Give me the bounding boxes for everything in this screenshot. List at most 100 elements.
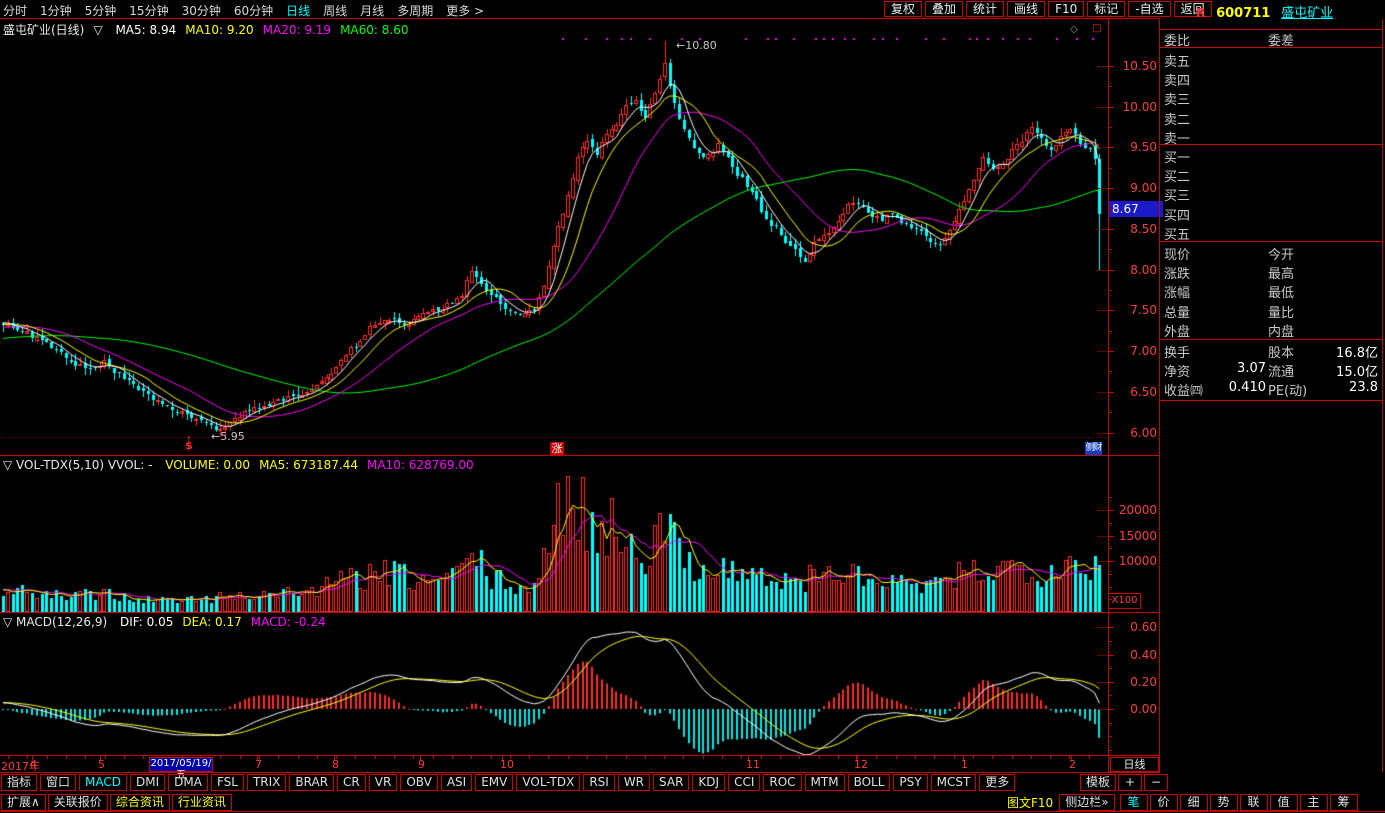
tab-BOLL[interactable]: BOLL [848,774,891,791]
detail-label-left: 现价 [1164,244,1190,263]
corner-diamond-icon[interactable]: ◇ [1070,24,1078,35]
axis-tick-leader [1098,270,1108,271]
period-周线[interactable]: 周线 [323,2,347,19]
date-minor-tick [27,756,28,759]
date-minor-tick [124,756,125,759]
top-menu-bar: 分时 1分钟 5分钟 15分钟 30分钟 60分钟日线周线月线多周期更多 > 复权叠加统计… [0,0,1385,18]
tab-DMA[interactable]: DMA [168,774,208,791]
axis-tick-mark [1109,536,1114,537]
status-综合资讯[interactable]: 综合资讯 [110,794,170,811]
detail-label-left: 涨幅 [1164,282,1190,301]
axis-minor-tick [1109,750,1112,751]
tool-标记[interactable]: 标记 [1087,1,1125,17]
info-label-right: 流通 [1268,361,1294,380]
current-price-tag: 8.67 [1109,201,1163,217]
status-扩展∧[interactable]: 扩展∧ [1,794,46,811]
tool-画线[interactable]: 画线 [1007,1,1045,17]
limit-up-badge: 涨 [550,442,564,455]
info-label-right: PE(动) [1268,380,1307,399]
tab-TRIX[interactable]: TRIX [247,774,286,791]
period-1分钟[interactable]: 1分钟 [40,2,72,19]
axis-tick-label: 9.50 [1130,140,1157,154]
axis-tick-mark [1109,682,1114,683]
axis-tick-label: 9.00 [1130,181,1157,195]
tab-WR[interactable]: WR [618,774,650,791]
macd-pane-header: ▽ MACD(12,26,9) DIF: 0.05DEA: 0.17MACD: … [3,615,344,629]
sell-level-label: 卖四 [1164,70,1190,89]
period-分时[interactable]: 分时 [3,2,27,19]
mini-tab-联[interactable]: 联 [1240,794,1268,811]
macd-chart-canvas[interactable] [0,613,1108,755]
axis-minor-tick [1109,127,1112,128]
tab-指标[interactable]: 指标 [1,774,37,791]
period-indicator-box[interactable]: 日线 [1110,757,1159,772]
period-多周期[interactable]: 多周期 [397,2,433,19]
tab-−[interactable]: − [1144,774,1168,791]
status-行业资讯[interactable]: 行业资讯 [172,794,232,811]
status-关联报价[interactable]: 关联报价 [48,794,108,811]
tab-SAR[interactable]: SAR [653,774,689,791]
period-30分钟[interactable]: 30分钟 [182,2,221,19]
tab-模板[interactable]: 模板 [1080,774,1116,791]
sidebar-toggle-button[interactable]: 侧边栏» [1059,794,1114,811]
price-chart-canvas[interactable] [0,19,1108,455]
tab-MTM[interactable]: MTM [805,774,845,791]
tool--自选[interactable]: -自选 [1128,1,1170,17]
date-minor-tick [587,756,588,759]
tab-FSL[interactable]: FSL [211,774,244,791]
tool-统计[interactable]: 统计 [966,1,1004,17]
tab-VR[interactable]: VR [369,774,398,791]
mini-tab-笔[interactable]: 笔 [1120,794,1148,811]
period-15分钟[interactable]: 15分钟 [129,2,168,19]
tab-MACD[interactable]: MACD [79,774,127,791]
tab-VOL-TDX[interactable]: VOL-TDX [516,774,580,791]
tab-MCST[interactable]: MCST [931,774,977,791]
date-minor-tick [162,756,163,759]
collapse-triangle-icon[interactable]: ▽ [93,23,102,37]
corner-maximize-icon[interactable]: □ [1092,23,1101,34]
period-60分钟[interactable]: 60分钟 [234,2,273,19]
tab-PSY[interactable]: PSY [893,774,927,791]
tab-窗口[interactable]: 窗口 [40,774,76,791]
tab-RSI[interactable]: RSI [583,774,615,791]
mini-tab-主[interactable]: 主 [1300,794,1328,811]
tool-叠加[interactable]: 叠加 [925,1,963,17]
ma-labels: MA5: 8.94MA10: 9.20MA20: 9.19MA60: 8.60 [115,23,417,37]
period-5分钟[interactable]: 5分钟 [85,2,117,19]
tab-DMI[interactable]: DMI [130,774,165,791]
tab-更多[interactable]: 更多 [979,774,1015,791]
period-更多 >[interactable]: 更多 > [446,2,484,19]
tab-ROC[interactable]: ROC [763,774,801,791]
tab-EMV[interactable]: EMV [475,774,513,791]
mini-tab-价[interactable]: 价 [1150,794,1178,811]
mini-tab-势[interactable]: 势 [1210,794,1238,811]
graphic-f10-button[interactable]: 图文F10 [1007,794,1053,811]
tab-CCI[interactable]: CCI [728,774,760,791]
period-月线[interactable]: 月线 [360,2,384,19]
axis-tick-label: 0.20 [1130,675,1157,689]
axis-tick-mark [1109,147,1114,148]
tab-ASI[interactable]: ASI [441,774,472,791]
tab-BRAR[interactable]: BRAR [289,774,334,791]
tab-CR[interactable]: CR [337,774,366,791]
date-minor-tick [433,756,434,759]
mini-tab-筹[interactable]: 筹 [1330,794,1358,811]
period-日线[interactable]: 日线 [286,2,310,19]
tool-复权[interactable]: 复权 [884,1,922,17]
axis-tick-label: 20000 [1119,503,1157,517]
tab-OBV[interactable]: OBV [400,774,438,791]
tool-F10[interactable]: F10 [1048,1,1084,17]
news-badge[interactable]: 侧财 [1085,442,1102,455]
volume-chart-canvas[interactable] [0,456,1108,612]
date-minor-tick [1089,756,1090,759]
info-value-right: 15.0亿 [1306,361,1378,380]
tab-KDJ[interactable]: KDJ [692,774,725,791]
mini-tab-细[interactable]: 细 [1180,794,1208,811]
tab-+[interactable]: + [1118,774,1142,791]
ma-label: MA60: 8.60 [340,23,408,37]
date-minor-tick [819,756,820,759]
ma-label: MA5: 8.94 [115,23,176,37]
axis-tick-mark [1109,433,1114,434]
date-minor-tick [741,756,742,759]
mini-tab-值[interactable]: 值 [1270,794,1298,811]
